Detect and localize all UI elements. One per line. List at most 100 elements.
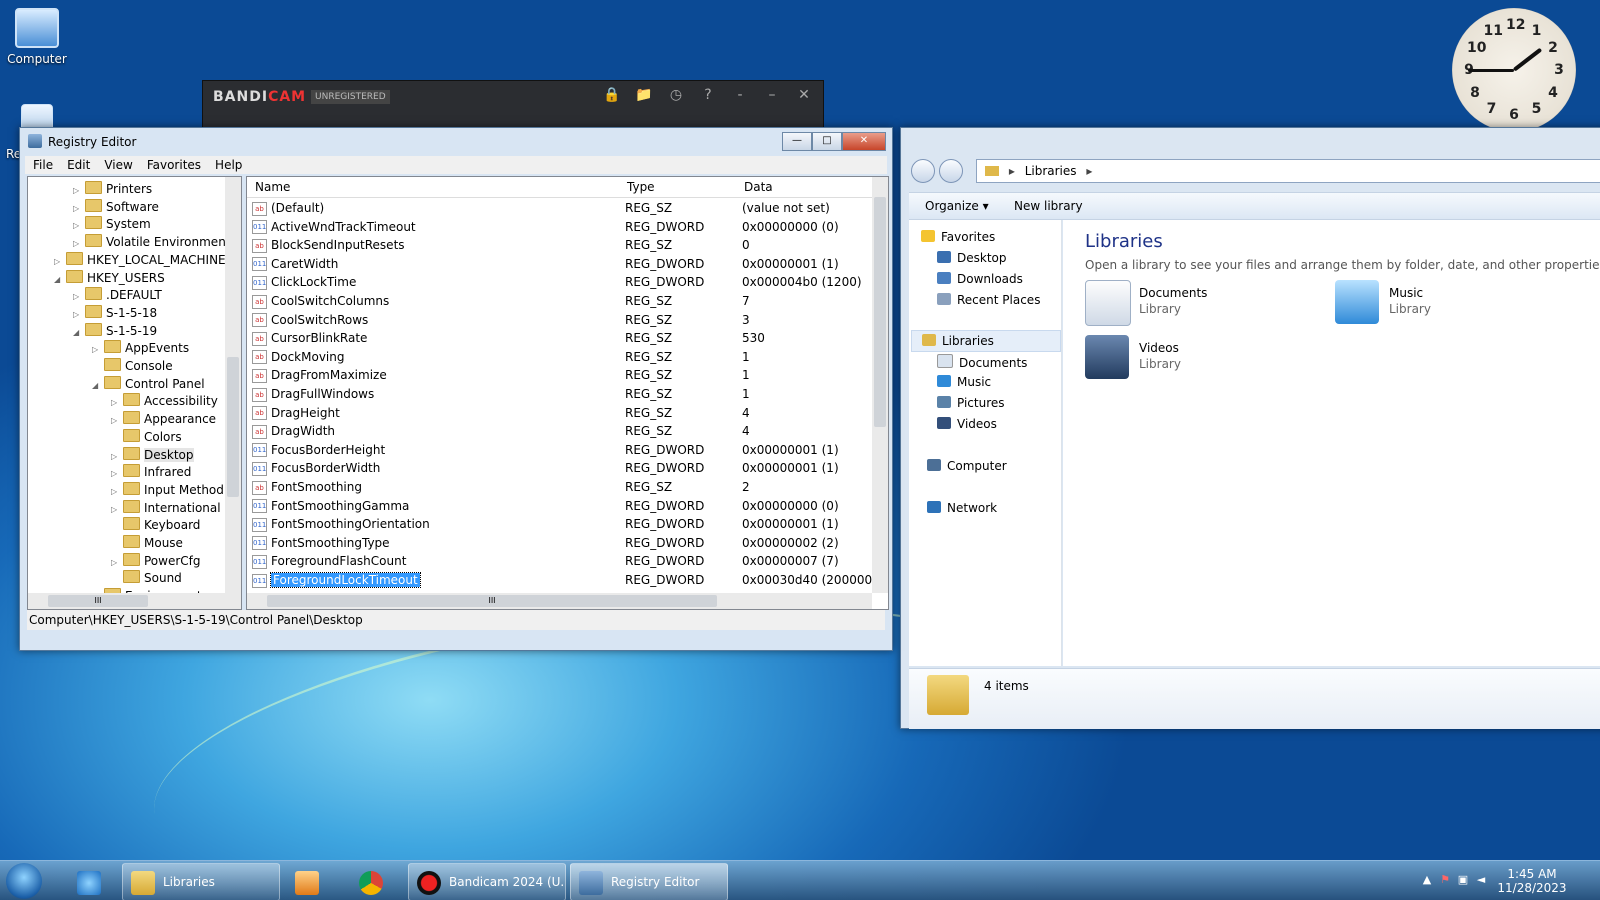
expand-toggle-icon[interactable]: ◢	[92, 377, 104, 395]
taskbar-libraries[interactable]: Libraries	[122, 863, 280, 900]
nav-computer[interactable]: Computer	[927, 459, 1007, 473]
clock-gadget[interactable]: 121234567891011	[1452, 8, 1576, 132]
maximize-button[interactable]: □	[812, 132, 842, 151]
action-center-icon[interactable]: ⚑	[1438, 873, 1452, 887]
explorer-window[interactable]: ▸ Libraries ▸ Organize ▾ New library Fav…	[900, 127, 1600, 729]
nav-favorites[interactable]: Favorites	[921, 230, 995, 244]
desktop-icon-computer[interactable]: Computer	[0, 8, 77, 66]
minimize-icon[interactable]: –	[761, 87, 783, 103]
breadcrumb-libraries[interactable]: Libraries	[1025, 164, 1077, 178]
registry-tree-pane[interactable]: ▷ Printers ▷ Software ▷ System ▷ Volatile Envir…	[27, 176, 242, 610]
registry-value-row[interactable]: 011 FocusBorderHeight REG_DWORD 0x00000001 …	[252, 441, 862, 459]
taskbar-bandicam[interactable]: Bandicam 2024 (U...	[408, 863, 566, 900]
registry-value-row[interactable]: 011 FontSmoothingType REG_DWORD 0x00000002 …	[252, 534, 862, 552]
minimize-button[interactable]: —	[782, 132, 812, 151]
close-button[interactable]: ✕	[842, 132, 886, 151]
tree-node[interactable]: ▷ Appearance	[111, 410, 216, 428]
library-item-music[interactable]: Music Library	[1335, 280, 1535, 328]
tree-vertical-scrollbar[interactable]	[225, 177, 241, 593]
registry-value-row[interactable]: 011 ClickLockTime REG_DWORD 0x000004b0 (120…	[252, 273, 862, 291]
tree-node[interactable]: ▷ Accessibility	[111, 392, 218, 410]
taskbar-ie[interactable]	[68, 863, 120, 900]
folder-icon[interactable]: 📁	[633, 87, 655, 103]
registry-value-row[interactable]: ab DragFullWindows REG_SZ 1	[252, 385, 862, 403]
library-item-videos[interactable]: Videos Library	[1085, 335, 1285, 383]
tree-node[interactable]: ▷ HKEY_LOCAL_MACHINE	[54, 251, 226, 269]
forward-button[interactable]	[939, 159, 963, 183]
tree-node[interactable]: ▷ Desktop	[111, 446, 194, 464]
scroll-thumb[interactable]	[227, 357, 239, 497]
taskbar-media-player[interactable]	[286, 863, 338, 900]
menu-help[interactable]: Help	[215, 156, 242, 174]
tree-node[interactable]: ▷ Printers	[73, 180, 152, 198]
registry-value-row[interactable]: 011 FontSmoothingGamma REG_DWORD 0x00000000…	[252, 497, 862, 515]
tray-clock[interactable]: 1:45 AM 11/28/2023	[1492, 867, 1572, 895]
registry-editor-window[interactable]: Registry Editor — □ ✕ File Edit View Fav…	[19, 127, 893, 651]
tree-node[interactable]: ▷ System	[73, 215, 151, 233]
nav-videos[interactable]: Videos	[937, 417, 997, 431]
tree-node[interactable]: ▷ Software	[73, 198, 159, 216]
menu-favorites[interactable]: Favorites	[147, 156, 201, 174]
registry-values-pane[interactable]: Name Type Data ab (Default) REG_SZ (value n…	[246, 176, 889, 610]
nav-downloads[interactable]: Downloads	[937, 272, 1023, 286]
registry-value-row[interactable]: ab FontSmoothing REG_SZ 2	[252, 478, 862, 496]
values-horizontal-scrollbar[interactable]: III	[247, 593, 872, 609]
taskbar-chrome[interactable]	[350, 863, 402, 900]
title-bar[interactable]: Registry Editor — □ ✕	[20, 128, 892, 156]
tree-node[interactable]: Console	[92, 357, 173, 375]
nav-pictures[interactable]: Pictures	[937, 396, 1005, 410]
menu-file[interactable]: File	[33, 156, 53, 174]
start-button[interactable]	[6, 863, 42, 899]
minimize-icon[interactable]: -	[729, 87, 751, 103]
library-item-documents[interactable]: Documents Library	[1085, 280, 1285, 328]
volume-muted-icon[interactable]: ◄	[1474, 873, 1488, 887]
tree-node[interactable]: ▷ Volatile Environment	[73, 233, 228, 251]
scroll-thumb[interactable]	[874, 197, 886, 427]
nav-documents[interactable]: Documents	[937, 354, 1027, 370]
registry-value-row[interactable]: ab CoolSwitchRows REG_SZ 3	[252, 311, 862, 329]
values-vertical-scrollbar[interactable]	[872, 177, 888, 593]
expand-toggle-icon[interactable]: ◢	[54, 271, 66, 289]
lock-icon[interactable]: 🔒	[601, 87, 623, 103]
tree-node[interactable]: ▷ PowerCfg	[111, 552, 201, 570]
scroll-thumb[interactable]: III	[48, 595, 148, 607]
registry-value-row[interactable]: 011 FocusBorderWidth REG_DWORD 0x00000001 (…	[252, 459, 862, 477]
tree-node[interactable]: ◢ Control Panel	[92, 375, 205, 393]
tree-node[interactable]: ▷ Input Method	[111, 481, 224, 499]
help-icon[interactable]: ?	[697, 87, 719, 103]
tree-node[interactable]: Mouse	[111, 534, 183, 552]
registry-value-row[interactable]: 011 ActiveWndTrackTimeout REG_DWORD 0x00000…	[252, 218, 862, 236]
tree-node[interactable]: Sound	[111, 569, 182, 587]
registry-value-row[interactable]: 011 ForegroundLockTimeout REG_DWORD 0x00030…	[252, 571, 877, 589]
new-library-button[interactable]: New library	[1014, 199, 1083, 213]
show-hidden-icons-icon[interactable]: ▲	[1420, 873, 1434, 887]
tree-node[interactable]: ▷ Infrared	[111, 463, 191, 481]
tree-horizontal-scrollbar[interactable]: III	[28, 593, 241, 609]
nav-recent-places[interactable]: Recent Places	[937, 293, 1040, 307]
menu-edit[interactable]: Edit	[67, 156, 90, 174]
column-type[interactable]: Type	[627, 180, 655, 194]
tree-node[interactable]: Keyboard	[111, 516, 200, 534]
registry-value-row[interactable]: ab DragWidth REG_SZ 4	[252, 422, 862, 440]
address-bar[interactable]: ▸ Libraries ▸	[976, 159, 1600, 183]
expand-toggle-icon[interactable]: ◢	[73, 324, 85, 342]
registry-value-row[interactable]: ab DragFromMaximize REG_SZ 1	[252, 366, 862, 384]
registry-value-row[interactable]: ab BlockSendInputResets REG_SZ 0	[252, 236, 862, 254]
registry-value-row[interactable]: ab CursorBlinkRate REG_SZ 530	[252, 329, 862, 347]
registry-value-row[interactable]: 011 ForegroundFlashCount REG_DWORD 0x000000…	[252, 552, 862, 570]
column-data[interactable]: Data	[744, 180, 773, 194]
tree-node[interactable]: ▷ .DEFAULT	[73, 286, 162, 304]
registry-value-row[interactable]: ab DragHeight REG_SZ 4	[252, 404, 862, 422]
timer-icon[interactable]: ◷	[665, 87, 687, 103]
tree-node[interactable]: ▷ International	[111, 499, 221, 517]
close-icon[interactable]: ✕	[793, 87, 815, 103]
tree-node[interactable]: Colors	[111, 428, 182, 446]
registry-value-row[interactable]: ab CoolSwitchColumns REG_SZ 7	[252, 292, 862, 310]
registry-value-row[interactable]: 011 CaretWidth REG_DWORD 0x00000001 (1)	[252, 255, 862, 273]
network-icon[interactable]: ▣	[1456, 873, 1470, 887]
nav-libraries-selected[interactable]: Libraries	[911, 330, 1061, 352]
nav-network[interactable]: Network	[927, 501, 997, 515]
registry-value-row[interactable]: 011 FontSmoothingOrientation REG_DWORD 0x00…	[252, 515, 862, 533]
column-name[interactable]: Name	[255, 180, 290, 194]
tree-node[interactable]: ▷ S-1-5-18	[73, 304, 157, 322]
